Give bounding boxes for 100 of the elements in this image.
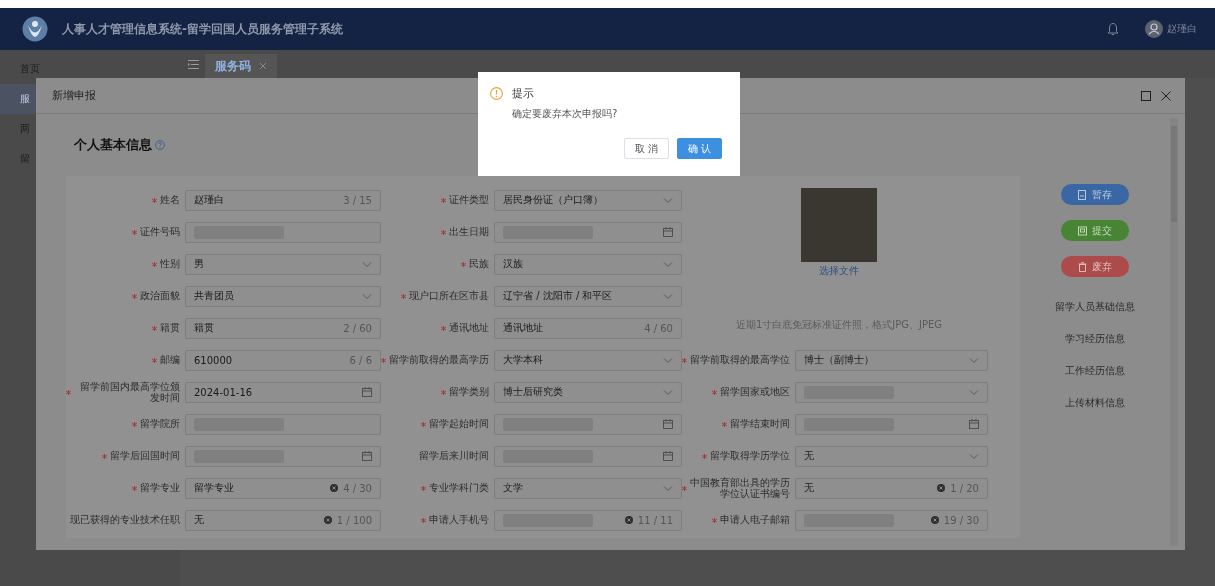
field-label: 申请人手机号	[429, 514, 489, 526]
bell-icon[interactable]	[1107, 22, 1119, 36]
field-label: 性别	[160, 258, 180, 270]
date-field[interactable]: 2024-01-16	[185, 381, 381, 403]
chevron-down-icon	[969, 452, 979, 460]
field-value: 赵瑾白	[194, 193, 224, 207]
discard-button[interactable]: 废弃	[1061, 256, 1129, 277]
maximize-icon[interactable]	[1141, 90, 1151, 101]
field-label: 出生日期	[449, 226, 489, 238]
input-field[interactable]: 无 1 / 20	[795, 477, 988, 499]
select-field[interactable]	[795, 381, 988, 403]
clear-icon[interactable]	[937, 484, 946, 492]
character-counter: 1 / 20	[950, 482, 979, 494]
clear-icon[interactable]	[930, 516, 939, 524]
logo-icon	[22, 16, 48, 42]
date-field[interactable]	[494, 445, 682, 467]
select-field[interactable]: 辽宁省 / 沈阳市 / 和平区	[494, 285, 682, 307]
trash-icon	[1078, 261, 1087, 272]
date-field[interactable]	[494, 221, 682, 243]
date-field[interactable]	[795, 413, 988, 435]
field-value: 大学本科	[503, 353, 543, 367]
field-label: 通讯地址	[449, 322, 489, 334]
section-title: 个人基本信息	[74, 136, 152, 154]
input-field[interactable]: 留学专业 4 / 30	[185, 477, 381, 499]
field-value: 无	[804, 449, 814, 463]
dialog-title: 新增申报	[52, 88, 96, 103]
field-label: 证件号码	[140, 226, 180, 238]
input-field[interactable]: 无 1 / 100	[185, 509, 381, 531]
section-link[interactable]: 学习经历信息	[1065, 332, 1125, 346]
field-value: 文学	[503, 481, 523, 495]
select-field[interactable]: 共青团员	[185, 285, 381, 307]
section-link[interactable]: 留学人员基础信息	[1055, 300, 1135, 314]
input-field[interactable]: 赵瑾白 3 / 15	[185, 189, 381, 211]
avatar-icon[interactable]	[1145, 20, 1163, 38]
clear-icon[interactable]	[624, 516, 633, 524]
field-label: 证件类型	[449, 194, 489, 206]
character-counter: 6 / 6	[349, 354, 372, 366]
tab[interactable]: 服务码	[205, 54, 277, 78]
select-field[interactable]: 博士（副博士）	[795, 349, 988, 371]
chevron-down-icon	[663, 260, 673, 268]
field-label: 邮编	[160, 354, 180, 366]
chevron-down-icon	[362, 292, 372, 300]
confirm-button[interactable]: 确 认	[676, 138, 722, 159]
date-field[interactable]	[494, 413, 682, 435]
chevron-down-icon	[663, 292, 673, 300]
field-label: 申请人电子邮箱	[720, 514, 790, 526]
user-name[interactable]: 赵瑾白	[1167, 22, 1197, 36]
field-label: 现已获得的专业技术任职	[70, 514, 180, 526]
field-value: 无	[804, 481, 814, 495]
field-value: 博士（副博士）	[804, 353, 874, 367]
input-field[interactable]: 籍贯 2 / 60	[185, 317, 381, 339]
save-button[interactable]: 暂存	[1061, 184, 1129, 205]
confirm-message: 确定要废弃本次申报吗?	[512, 107, 619, 121]
field-label: 留学前取得的最高学位	[690, 354, 790, 366]
field-value: 通讯地址	[503, 321, 543, 335]
select-field[interactable]: 男	[185, 253, 381, 275]
field-label: 民族	[469, 258, 489, 270]
select-field[interactable]: 无	[795, 445, 988, 467]
character-counter: 3 / 15	[343, 194, 372, 206]
list-icon[interactable]	[188, 59, 199, 69]
field-label: 姓名	[160, 194, 180, 206]
close-icon[interactable]	[259, 62, 267, 70]
calendar-icon	[663, 227, 673, 237]
field-label: 留学类别	[449, 386, 489, 398]
chevron-down-icon	[969, 388, 979, 396]
chevron-down-icon	[663, 484, 673, 492]
character-counter: 4 / 30	[343, 482, 372, 494]
select-field[interactable]: 居民身份证（户口簿）	[494, 189, 682, 211]
calendar-icon	[663, 419, 673, 429]
field-label: 留学结束时间	[730, 418, 790, 430]
field-value: 辽宁省 / 沈阳市 / 和平区	[503, 289, 613, 303]
field-value: 留学专业	[194, 481, 234, 495]
field-value: 无	[194, 513, 204, 527]
calendar-icon	[969, 419, 979, 429]
input-field[interactable]: 610000 6 / 6	[185, 349, 381, 371]
calendar-icon	[362, 387, 372, 397]
date-field[interactable]	[185, 445, 381, 467]
choose-file-link[interactable]: 选择文件	[819, 264, 859, 278]
field-value: 共青团员	[194, 289, 234, 303]
character-counter: 19 / 30	[943, 514, 979, 526]
submit-button[interactable]: 提交	[1061, 220, 1129, 241]
clear-icon[interactable]	[330, 484, 339, 492]
clear-icon[interactable]	[323, 516, 332, 524]
select-field[interactable]: 博士后研究类	[494, 381, 682, 403]
field-value: 610000	[194, 354, 233, 366]
input-field[interactable]: 通讯地址 4 / 60	[494, 317, 682, 339]
field-value: 汉族	[503, 257, 523, 271]
field-label: 留学专业	[140, 482, 180, 494]
section-link[interactable]: 工作经历信息	[1065, 364, 1125, 378]
character-counter: 4 / 60	[644, 322, 673, 334]
field-value: 男	[194, 257, 204, 271]
select-field[interactable]: 大学本科	[494, 349, 682, 371]
cancel-button[interactable]: 取 消	[623, 138, 669, 159]
select-field[interactable]: 汉族	[494, 253, 682, 275]
field-label: 留学院所	[140, 418, 180, 430]
select-field[interactable]: 文学	[494, 477, 682, 499]
section-link[interactable]: 上传材料信息	[1065, 396, 1125, 410]
calendar-icon	[663, 451, 673, 461]
close-icon[interactable]	[1161, 90, 1171, 101]
field-label: 留学前取得的最高学历	[389, 354, 489, 366]
